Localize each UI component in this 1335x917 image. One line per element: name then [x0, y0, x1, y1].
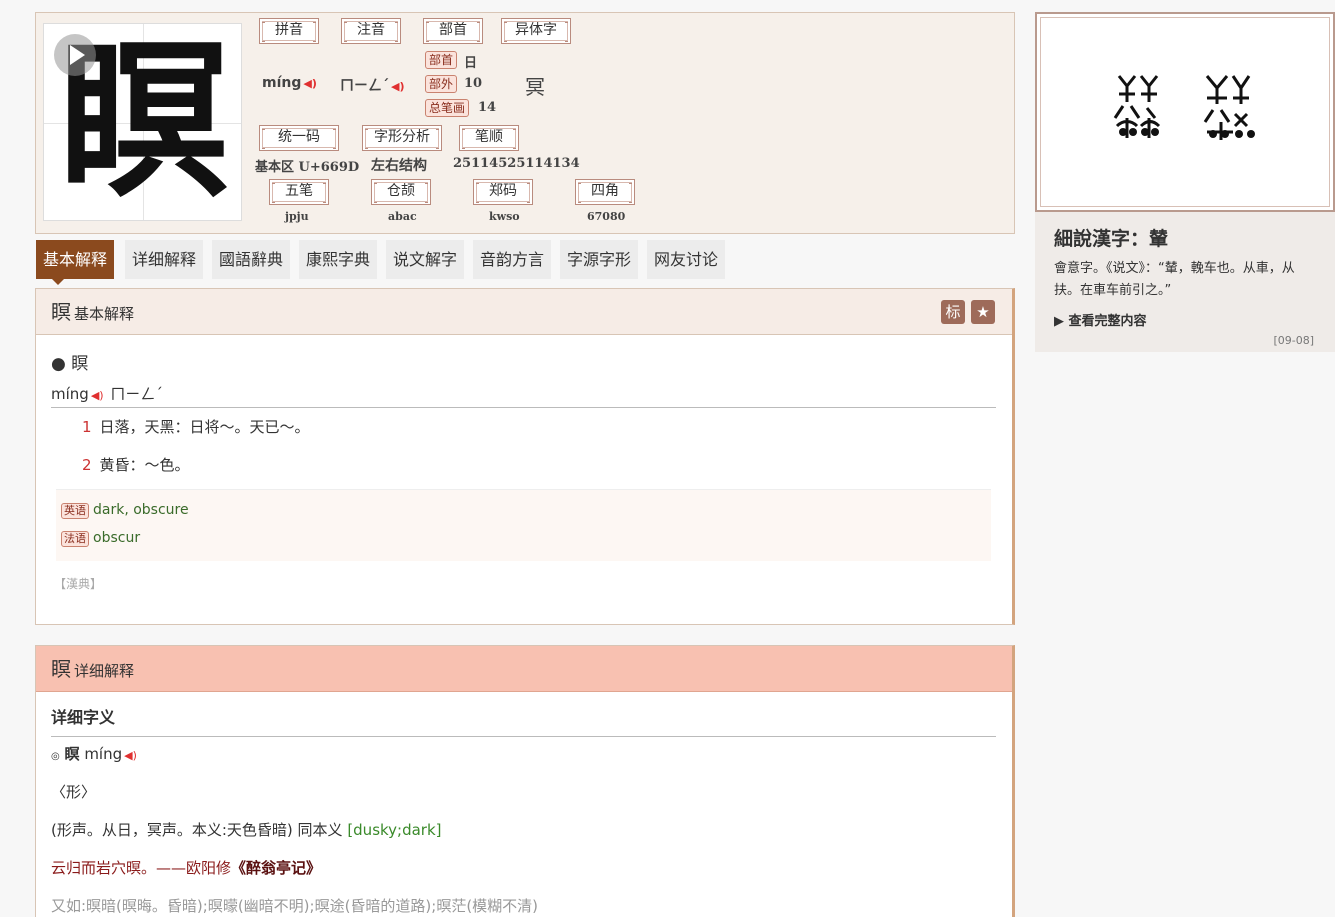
- sidebar-card: 細說漢字：輦 會意字。《说文》：“輦，輓车也。从車，从扶。在車车前引之。” ▶ …: [1035, 212, 1335, 352]
- tab-kangxi[interactable]: 康熙字典: [299, 240, 378, 279]
- label-radical: 部首: [423, 18, 483, 44]
- label-wubi: 五笔: [269, 179, 329, 205]
- structure-value: 左右结构: [371, 158, 427, 174]
- radical-value: 日: [464, 56, 478, 71]
- speaker-icon[interactable]: ◀): [91, 389, 104, 402]
- detail-panel-header: 瞑详细解释: [36, 646, 1012, 692]
- label-zhengma: 郑码: [473, 179, 533, 205]
- label-cangjie: 仓颉: [371, 179, 431, 205]
- label-stroke-order: 笔顺: [459, 125, 519, 151]
- speaker-icon[interactable]: ◀): [391, 80, 405, 93]
- zhuyin-value: ㄇㄧㄥˊ ◀): [340, 78, 405, 94]
- stroke-order-value: 25114525114134: [453, 156, 580, 171]
- tab-ziyuan[interactable]: 字源字形: [560, 240, 639, 279]
- speaker-icon[interactable]: ◀): [303, 77, 317, 90]
- detail-entry: ◎ 瞑 míng ◀): [51, 745, 137, 763]
- divider: [51, 407, 996, 408]
- divider: [51, 736, 996, 737]
- total-strokes: 14: [478, 100, 497, 115]
- char-display: 瞑: [43, 23, 242, 221]
- definition-item: 2 黄昏：～色。: [82, 456, 190, 474]
- wubi-value: jpju: [285, 210, 309, 223]
- tab-yinyun[interactable]: 音韵方言: [473, 240, 552, 279]
- sidebar-date: [09-08]: [1273, 334, 1314, 347]
- outside-strokes: 10: [464, 76, 483, 91]
- badge-radical: 部首: [425, 51, 458, 69]
- pinyin-value: míng ◀): [262, 75, 317, 91]
- unicode-value: 基本区 U+669D: [255, 160, 360, 175]
- label-zhuyin: 注音: [341, 18, 401, 44]
- sidebar-text: 會意字。《说文》：“輦，輓车也。从車，从扶。在車车前引之。”: [1054, 261, 1295, 298]
- tab-guoyu[interactable]: 國語辭典: [212, 240, 291, 279]
- panel-char: 瞑: [51, 657, 71, 681]
- translation-english: 英语 dark, obscure: [61, 502, 189, 519]
- detail-definition: (形声。从日，冥声。本义:天色昏暗) 同本义 [dusky;dark]: [51, 821, 442, 839]
- sidebar-title[interactable]: 細說漢字：輦: [1054, 224, 1168, 251]
- entry-pronunciation: míng ◀) ㄇㄧㄥˊ: [51, 385, 163, 403]
- label-pinyin: 拼音: [259, 18, 319, 44]
- entry-bullet: ● 瞑: [51, 354, 89, 374]
- translation-french: 法语 obscur: [61, 530, 140, 547]
- label-structure: 字形分析: [362, 125, 442, 151]
- cangjie-value: abac: [388, 210, 417, 223]
- glyph-image[interactable]: [1035, 12, 1335, 212]
- detail-quote: 云归而岩穴暝。——欧阳修《醉翁亭记》: [51, 859, 322, 877]
- tab-discussion[interactable]: 网友讨论: [647, 240, 726, 279]
- basic-panel: 瞑基本解释 标 ★ ● 瞑 míng ◀) ㄇㄧㄥˊ 1 日落，天黑：日将～。天已～…: [35, 288, 1015, 625]
- detail-examples: 又如:暝暗(暝晦。昏暗);暝曚(幽暗不明);暝途(昏暗的道路);暝茫(模糊不清): [51, 897, 539, 915]
- panel-char: 瞑: [51, 300, 71, 324]
- detail-section-title: 详细字义: [51, 708, 116, 727]
- translations-box: 英语 dark, obscure 法语 obscur: [56, 489, 991, 561]
- panel-title: 基本解释: [74, 305, 135, 323]
- variant-char[interactable]: 冥: [525, 71, 545, 100]
- badge-outside: 部外: [425, 75, 458, 93]
- star-icon[interactable]: ★: [971, 300, 995, 324]
- speaker-icon[interactable]: ◀): [124, 749, 137, 762]
- definition-item: 1 日落，天黑：日将～。天已～。: [82, 418, 310, 436]
- panel-title: 详细解释: [74, 662, 135, 680]
- label-sijiao: 四角: [575, 179, 635, 205]
- play-animation-icon[interactable]: [54, 34, 96, 76]
- mark-button[interactable]: 标: [941, 300, 965, 324]
- badge-total: 总笔画: [425, 99, 470, 117]
- part-of-speech: 〈形〉: [51, 783, 97, 801]
- ancient-glyph-icon: [1113, 75, 1255, 140]
- basic-panel-header: 瞑基本解释: [36, 289, 1012, 335]
- label-variant: 异体字: [501, 18, 571, 44]
- zhengma-value: kwso: [489, 210, 520, 223]
- source-label: 【漢典】: [54, 577, 103, 591]
- tab-basic[interactable]: 基本解释: [36, 240, 115, 285]
- tab-shuowen[interactable]: 说文解字: [386, 240, 465, 279]
- tab-detail[interactable]: 详细解释: [125, 240, 204, 279]
- label-unicode: 统一码: [259, 125, 339, 151]
- detail-panel: 瞑详细解释 详细字义 ◎ 瞑 míng ◀) 〈形〉 (形声。从日，冥声。本义:天…: [35, 645, 1015, 917]
- sidebar-more-link[interactable]: ▶ 查看完整内容: [1054, 310, 1147, 329]
- sijiao-value: 67080: [587, 210, 626, 223]
- char-header: 瞑 拼音 注音 部首 异体字 míng ◀) ㄇㄧㄥˊ ◀) 部首 日 部外 10 …: [35, 12, 1015, 234]
